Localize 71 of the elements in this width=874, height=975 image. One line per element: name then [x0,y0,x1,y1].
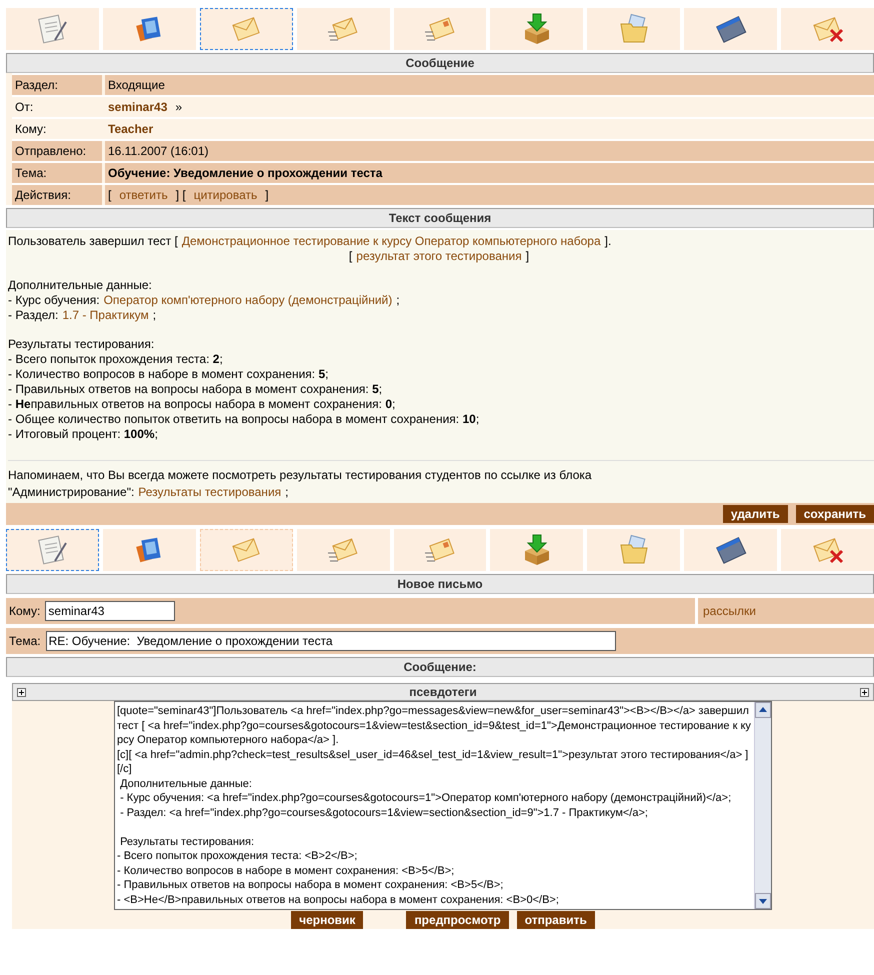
link[interactable]: Результаты тестирования [138,485,282,499]
notepad-icon [35,12,70,46]
toolbar-button[interactable] [587,529,680,571]
scrollbar[interactable] [754,702,771,909]
toolbar-button[interactable] [102,8,196,50]
action-button[interactable]: отправить [516,911,595,929]
toolbar-button[interactable] [684,529,778,571]
link[interactable]: Демонстрационное тестирование к курсу Оператор компьютерного набора [182,234,601,248]
link[interactable]: ответить [119,188,168,202]
toolbar-button[interactable] [200,8,293,50]
message-line: - Итоговый процент: 100%; [8,427,159,442]
field-value: Обучение: Уведомление о прохождении теста [105,163,874,183]
message-line: - Курс обучения: Оператор комп'ютерного набору (демонстраційний) ; [8,293,401,308]
subject-field[interactable]: RE: Обучение: Уведомление о прохождении теста [46,631,616,651]
field-value: 16.11.2007 (16:01) [105,141,874,161]
user-link[interactable]: Teacher [108,122,154,136]
section-header: Новое письмо [6,574,874,594]
field-value: Входящие [105,75,874,95]
pseudotags-bar[interactable]: псевдотеги [12,683,874,701]
toolbar-button[interactable] [102,529,196,571]
field-label: Отправлено: [12,141,102,161]
toolbar-button[interactable] [684,8,778,50]
link[interactable]: цитировать [194,188,258,202]
panel-title: псевдотеги [409,685,477,699]
message-line: - Неправильных ответов на вопросы набора в момент сохранения: 0; [8,397,396,412]
toolbar-button[interactable] [394,529,486,571]
action-button[interactable]: удалить [722,505,788,523]
toolbar-button[interactable] [6,8,99,50]
recipient-field[interactable]: seminar43 [45,601,176,621]
user-link[interactable]: seminar43 [108,100,168,114]
field-label: Действия: [12,185,102,205]
toolbar-button[interactable] [490,529,584,571]
toolbar-button[interactable] [587,8,680,50]
reminder-text: Напоминаем, что Вы всегда можете посмотреть результаты тестирования студентов по ссылке из блока "Администрирование": Результаты тестирования ; [8,467,593,501]
message-line: Пользователь завершил тест [ Демонстрационное тестирование к курсу Оператор компьютерного набора ]. [8,234,612,249]
message-line: - Раздел: 1.7 - Практикум ; [8,308,158,323]
expand-icon[interactable] [17,688,26,696]
field-value: [ ответить ] [ цитировать ] [105,185,874,205]
field-label: Тема: [9,634,41,648]
mailing-link[interactable]: рассылки [703,604,756,618]
toolbar-button[interactable] [296,8,390,50]
section-header: Сообщение [6,53,874,73]
message-line: Дополнительные данные: [8,278,153,293]
section-header: Сообщение: [6,657,874,677]
field-label: Тема: [12,163,102,183]
expand-icon[interactable] [860,688,869,696]
toolbar-button[interactable] [490,8,584,50]
message-line: - Всего попыток прохождения теста: 2; [8,352,224,367]
field-label: Раздел: [12,75,102,95]
link[interactable]: Оператор комп'ютерного набору (демонстраційний) [104,293,392,307]
action-button[interactable]: черновик [291,911,364,929]
toolbar-button[interactable] [6,529,99,571]
toolbar-button[interactable] [394,8,486,50]
message-line: - Правильных ответов на вопросы набора в момент сохранения: 5; [8,382,384,397]
action-button[interactable]: сохранить [796,505,874,523]
scroll-down-icon[interactable] [755,893,771,909]
notepad-icon [35,533,70,567]
toolbar-button[interactable] [296,529,390,571]
field-label: Кому: [9,604,40,618]
scroll-up-icon[interactable] [755,702,771,718]
message-line: [ результат этого тестирования ] [348,249,530,264]
toolbar-button[interactable] [781,529,874,571]
link[interactable]: 1.7 - Практикум [62,308,149,322]
message-textarea[interactable]: [quote="seminar43"]Пользователь <a href="index.php?go=messages&view=new&for_user=seminar43"><B></B></a> завершил тест [ <a href="index.php?go=courses&gotocours=1&view=test&section_id=9&test_id=1">Демонстрационное тестирование к курсу Оператор компьютерного набора</a> ]. [c][ <a href="admin.php?check=test_results&sel_user_id=46&sel_test_id=1&view_result=1">результат этого тестирования</a> ][/c] Дополнительные данные: - Курс обучения: <a href="index.php?go=courses&gotocours=1">Оператор комп'ютерного набору (демонстраційний)</a>; - Раздел: <a href="index.php?go=courses&gotocours=1&view=section&section_id=9">1.7 - Практикум</a>; Результаты тестирования: - Всего попыток прохождения теста: <B>2</B>; - Количество вопросов в наборе в момент сохранения: <B>5</B>; - Правильных ответов на вопросы набора в момент сохранения: <B>5</B>; - <B>Не</B>правильных ответов на вопросы набора в момент сохранения: <B>0</B>; [114,701,772,910]
message-line: Результаты тестирования: [8,337,156,352]
section-header: Текст сообщения [6,208,874,228]
toolbar-button[interactable] [781,8,874,50]
link[interactable]: результат этого тестирования [356,249,522,263]
message-line: - Общее количество попыток ответить на вопросы набора в момент сохранения: 10; [8,412,480,427]
message-line: - Количество вопросов в наборе в момент сохранения: 5; [8,367,330,382]
action-button[interactable]: предпросмотр [406,911,509,929]
